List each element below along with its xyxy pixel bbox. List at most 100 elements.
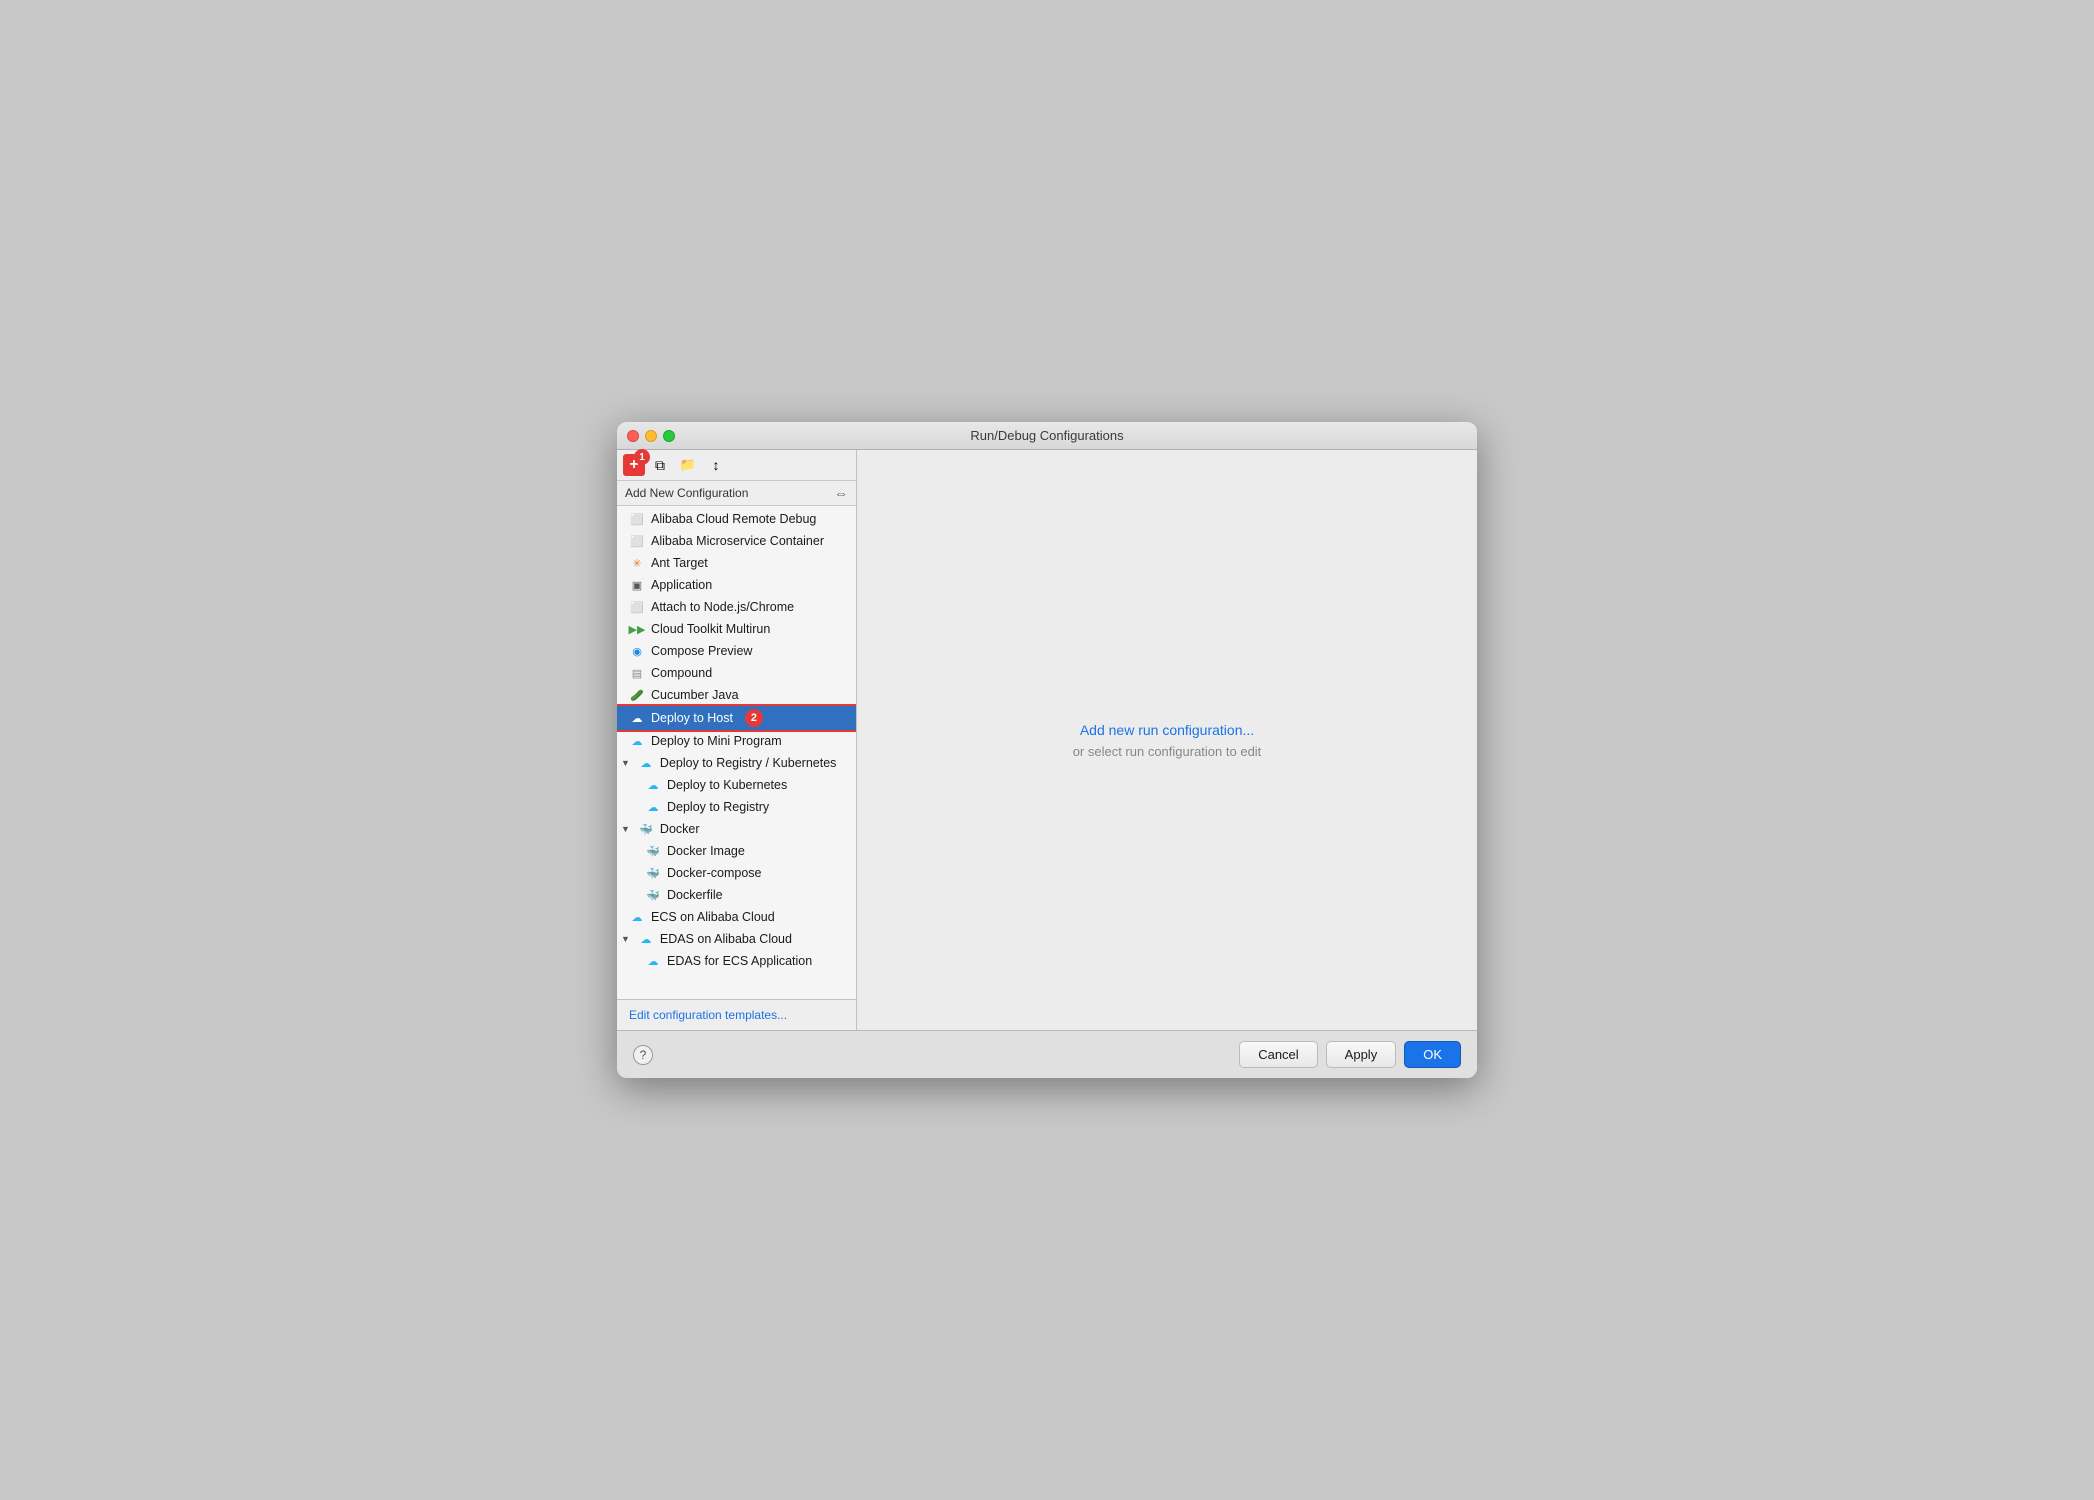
list-item[interactable]: 🐳 Docker-compose — [617, 862, 856, 884]
item-label: Docker Image — [667, 844, 745, 858]
ok-button[interactable]: OK — [1404, 1041, 1461, 1068]
add-button[interactable]: + 1 — [623, 454, 645, 476]
list-item[interactable]: ⬜ Alibaba Cloud Remote Debug — [617, 508, 856, 530]
docker-sub-icon: 🐳 — [645, 843, 661, 859]
item-label: Deploy to Registry — [667, 800, 769, 814]
list-item[interactable]: ⬜ Alibaba Microservice Container — [617, 530, 856, 552]
right-panel: Add new run configuration... or select r… — [857, 450, 1477, 1030]
add-config-sub: or select run configuration to edit — [1073, 744, 1262, 759]
list-item[interactable]: ◉ Compose Preview — [617, 640, 856, 662]
docker-group-header[interactable]: ▼ 🐳 Docker — [617, 818, 856, 840]
footer-right: Cancel Apply OK — [1239, 1041, 1461, 1068]
item-label: Deploy to Registry / Kubernetes — [660, 756, 836, 770]
cloud-upload-icon: ☁ — [629, 710, 645, 726]
docker-compose-icon: 🐳 — [645, 865, 661, 881]
config-header: Add New Configuration ⇔ — [617, 481, 856, 506]
copy-icon: ⧉ — [655, 457, 665, 474]
item-label: Dockerfile — [667, 888, 723, 902]
list-item[interactable]: ▶▶ Cloud Toolkit Multirun — [617, 618, 856, 640]
list-item[interactable]: 🐳 Docker Image — [617, 840, 856, 862]
cucumber-icon: 🥒 — [629, 687, 645, 703]
list-item[interactable]: ▣ Application — [617, 574, 856, 596]
close-button[interactable] — [627, 430, 639, 442]
folder-button[interactable]: 📁 — [675, 454, 701, 476]
chevron-down-icon: ▼ — [621, 934, 630, 944]
apply-button[interactable]: Apply — [1326, 1041, 1397, 1068]
item-label: Deploy to Kubernetes — [667, 778, 787, 792]
chevron-down-icon: ▼ — [621, 758, 630, 768]
edit-templates-link[interactable]: Edit configuration templates... — [629, 1008, 787, 1022]
item-label: Cucumber Java — [651, 688, 739, 702]
item-label: Cloud Toolkit Multirun — [651, 622, 770, 636]
screen-icon: ⬜ — [629, 511, 645, 527]
list-item[interactable]: ☁ EDAS for ECS Application — [617, 950, 856, 972]
item-label: ECS on Alibaba Cloud — [651, 910, 775, 924]
item-label: Ant Target — [651, 556, 708, 570]
toolbar: + 1 ⧉ 📁 ↕ — [617, 450, 856, 481]
item-label: Alibaba Microservice Container — [651, 534, 824, 548]
sort-button[interactable]: ↕ — [703, 454, 729, 476]
bottom-bar: Edit configuration templates... — [617, 999, 856, 1030]
multirun-icon: ▶▶ — [629, 621, 645, 637]
list-item[interactable]: ☁ Deploy to Mini Program — [617, 730, 856, 752]
item-label: Docker-compose — [667, 866, 761, 880]
item-label: Alibaba Cloud Remote Debug — [651, 512, 816, 526]
title-bar: Run/Debug Configurations — [617, 422, 1477, 450]
left-panel: + 1 ⧉ 📁 ↕ Add New Configuration ⇔ — [617, 450, 857, 1030]
item-label: Application — [651, 578, 712, 592]
config-header-title: Add New Configuration — [625, 486, 748, 500]
deploy-registry-group-header[interactable]: ▼ ☁ Deploy to Registry / Kubernetes — [617, 752, 856, 774]
edas-icon: ☁ — [638, 931, 654, 947]
item-label: Compound — [651, 666, 712, 680]
item-label: Compose Preview — [651, 644, 752, 658]
cloud-registry-icon: ☁ — [638, 755, 654, 771]
collapse-icon[interactable]: ⇔ — [834, 485, 848, 501]
screen-icon: ⬜ — [629, 533, 645, 549]
nodejs-icon: ⬜ — [629, 599, 645, 615]
maximize-button[interactable] — [663, 430, 675, 442]
help-icon: ? — [640, 1048, 647, 1062]
deploy-badge: 2 — [745, 709, 763, 727]
cancel-button[interactable]: Cancel — [1239, 1041, 1317, 1068]
item-label: Deploy to Mini Program — [651, 734, 782, 748]
help-button[interactable]: ? — [633, 1045, 653, 1065]
list-item[interactable]: 🐳 Dockerfile — [617, 884, 856, 906]
sort-icon: ↕ — [713, 457, 720, 473]
edas-group-header[interactable]: ▼ ☁ EDAS on Alibaba Cloud — [617, 928, 856, 950]
cloud-reg-icon: ☁ — [645, 799, 661, 815]
item-label: Attach to Node.js/Chrome — [651, 600, 794, 614]
copy-button[interactable]: ⧉ — [647, 454, 673, 476]
minimize-button[interactable] — [645, 430, 657, 442]
list-item[interactable]: 🥒 Cucumber Java — [617, 684, 856, 706]
dockerfile-icon: 🐳 — [645, 887, 661, 903]
list-item[interactable]: ▤ Compound — [617, 662, 856, 684]
list-item[interactable]: ✳ Ant Target — [617, 552, 856, 574]
item-label: Deploy to Host — [651, 711, 733, 725]
app-icon: ▣ — [629, 577, 645, 593]
add-config-link[interactable]: Add new run configuration... — [1080, 722, 1254, 738]
list-item[interactable]: ☁ Deploy to Kubernetes — [617, 774, 856, 796]
window-title: Run/Debug Configurations — [970, 428, 1123, 443]
item-label: EDAS on Alibaba Cloud — [660, 932, 792, 946]
cloud-mini-icon: ☁ — [629, 733, 645, 749]
config-list[interactable]: ⬜ Alibaba Cloud Remote Debug ⬜ Alibaba M… — [617, 506, 856, 999]
folder-icon: 📁 — [680, 457, 696, 473]
item-label: EDAS for ECS Application — [667, 954, 812, 968]
list-item[interactable]: ⬜ Attach to Node.js/Chrome — [617, 596, 856, 618]
compose-icon: ◉ — [629, 643, 645, 659]
ant-icon: ✳ — [629, 555, 645, 571]
main-window: Run/Debug Configurations + 1 ⧉ 📁 ↕ — [617, 422, 1477, 1078]
docker-icon: 🐳 — [638, 821, 654, 837]
main-content: + 1 ⧉ 📁 ↕ Add New Configuration ⇔ — [617, 450, 1477, 1030]
traffic-lights — [627, 430, 675, 442]
deploy-to-host-item[interactable]: ☁ Deploy to Host 2 — [617, 706, 856, 730]
item-label: Docker — [660, 822, 700, 836]
list-item[interactable]: ☁ Deploy to Registry — [617, 796, 856, 818]
ecs-icon: ☁ — [629, 909, 645, 925]
chevron-down-icon: ▼ — [621, 824, 630, 834]
cloud-k8s-icon: ☁ — [645, 777, 661, 793]
footer-left: ? — [633, 1045, 653, 1065]
footer: ? Cancel Apply OK — [617, 1030, 1477, 1078]
compound-icon: ▤ — [629, 665, 645, 681]
list-item[interactable]: ☁ ECS on Alibaba Cloud — [617, 906, 856, 928]
